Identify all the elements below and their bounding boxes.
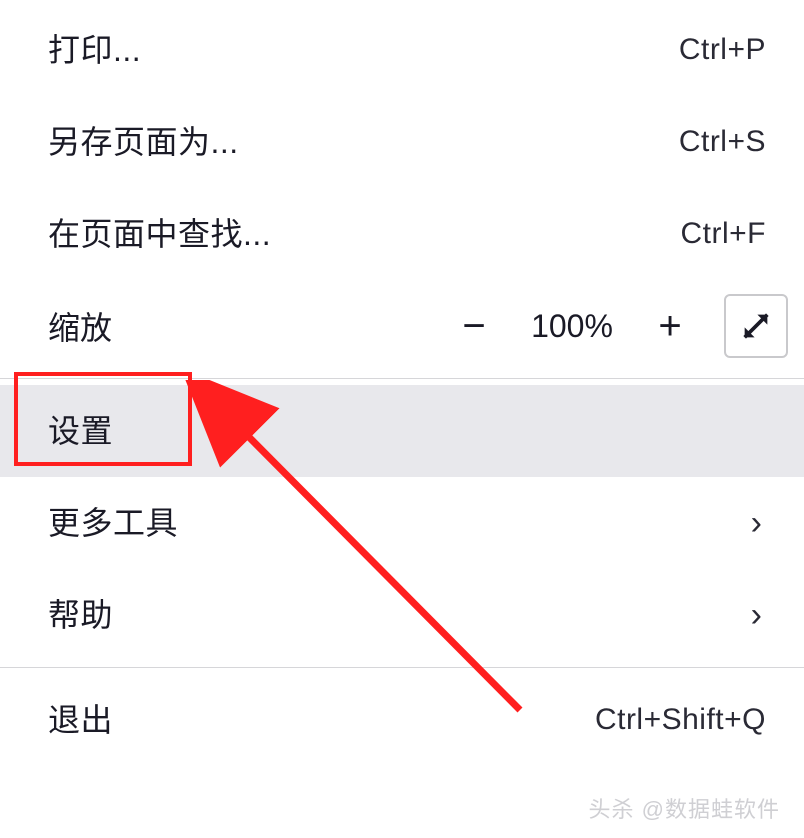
menu-item-label: 退出	[48, 704, 113, 736]
watermark: 头杀 @数据蛙软件	[589, 792, 780, 824]
menu-item-print[interactable]: 打印... Ctrl+P	[0, 4, 804, 96]
menu-item-find[interactable]: 在页面中查找... Ctrl+F	[0, 188, 804, 280]
menu-item-exit[interactable]: 退出 Ctrl+Shift+Q	[0, 674, 804, 766]
menu-item-label: 设置	[48, 415, 113, 447]
context-menu: 打印... Ctrl+P 另存页面为... Ctrl+S 在页面中查找... C…	[0, 0, 804, 766]
zoom-value: 100%	[524, 308, 620, 345]
menu-item-shortcut: Ctrl+S	[679, 127, 766, 157]
divider	[0, 378, 804, 379]
menu-item-help[interactable]: 帮助 ›	[0, 569, 804, 661]
zoom-out-button[interactable]: −	[446, 298, 502, 354]
fullscreen-icon	[739, 309, 773, 343]
chevron-right-icon: ›	[751, 598, 766, 632]
menu-item-label: 更多工具	[48, 507, 178, 539]
menu-item-more-tools[interactable]: 更多工具 ›	[0, 477, 804, 569]
minus-icon: −	[462, 306, 485, 346]
fullscreen-button[interactable]	[724, 294, 788, 358]
menu-item-label: 在页面中查找...	[48, 218, 271, 250]
menu-item-save-as[interactable]: 另存页面为... Ctrl+S	[0, 96, 804, 188]
divider	[0, 667, 804, 668]
zoom-in-button[interactable]: +	[642, 298, 698, 354]
chevron-right-icon: ›	[751, 506, 766, 540]
menu-item-label: 打印...	[48, 34, 141, 66]
menu-item-shortcut: Ctrl+F	[681, 219, 767, 249]
menu-item-label: 另存页面为...	[48, 126, 239, 158]
menu-item-label: 帮助	[48, 599, 113, 631]
zoom-controls: − 100% +	[446, 294, 788, 358]
menu-item-settings[interactable]: 设置	[0, 385, 804, 477]
menu-item-label: 缩放	[48, 303, 446, 349]
plus-icon: +	[658, 306, 681, 346]
menu-item-shortcut: Ctrl+P	[679, 35, 766, 65]
menu-item-shortcut: Ctrl+Shift+Q	[595, 705, 766, 735]
menu-item-zoom: 缩放 − 100% +	[0, 280, 804, 372]
